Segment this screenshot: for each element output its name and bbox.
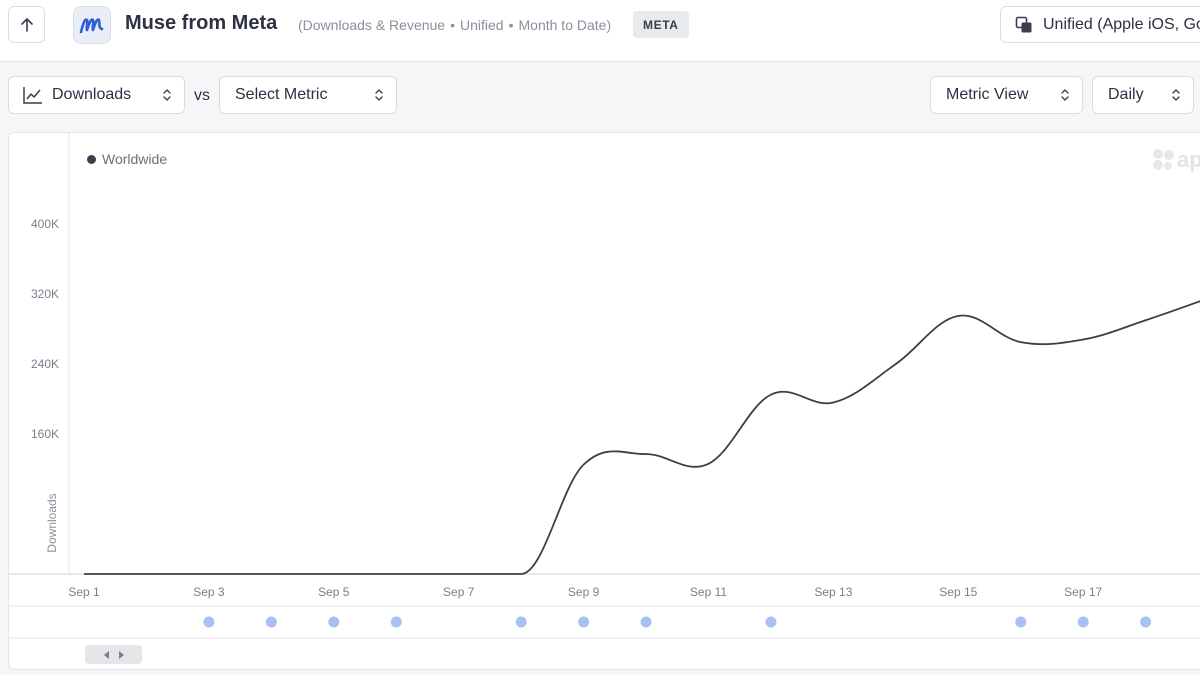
secondary-metric-select[interactable]: Select Metric — [219, 76, 397, 114]
event-marker[interactable] — [515, 616, 527, 628]
x-tick-label: Sep 9 — [568, 585, 600, 599]
platform-label: Unified (Apple iOS, Go — [1043, 15, 1200, 33]
header-bar: Muse from Meta (Downloads & Revenue • Unif… — [0, 0, 1200, 62]
x-tick-label: Sep 11 — [690, 585, 727, 599]
x-tick-label: Sep 7 — [443, 585, 475, 599]
x-tick-label: Sep 5 — [318, 585, 350, 599]
chart-legend[interactable]: Worldwide — [87, 151, 167, 167]
y-axis-title: Downloads — [45, 493, 59, 552]
downloads-line-chart[interactable]: 400K 320K 240K 160K Downloads Sep 1 Sep 3 Sep 5… — [9, 133, 1200, 670]
x-tick-label: Sep 3 — [193, 585, 225, 599]
x-tick-label: Sep 15 — [939, 585, 977, 599]
meta-period: Month to Date) — [518, 17, 612, 33]
watermark-logo: ap — [1151, 147, 1200, 173]
watermark-text: ap — [1177, 147, 1200, 172]
metric-view-label: Metric View — [946, 86, 1029, 103]
app-title: Muse from Meta — [125, 12, 278, 34]
meta-scope: Unified — [460, 17, 504, 33]
y-tick-label: 400K — [31, 217, 59, 231]
event-marker[interactable] — [265, 616, 277, 628]
chevron-updown-icon — [1061, 89, 1069, 101]
y-tick-label: 240K — [31, 357, 59, 371]
platform-selector[interactable]: Unified (Apple iOS, Go — [1000, 6, 1200, 43]
event-marker[interactable] — [1140, 616, 1152, 628]
primary-metric-select[interactable]: Downloads — [8, 76, 185, 114]
legend-swatch — [87, 154, 96, 164]
event-marker[interactable] — [578, 616, 590, 628]
y-tick-label: 320K — [31, 287, 59, 301]
stacked-squares-icon — [1015, 16, 1032, 32]
arrow-up-icon — [20, 17, 33, 32]
event-marker[interactable] — [640, 616, 652, 628]
caret-left-icon — [103, 650, 109, 659]
event-marker[interactable] — [328, 616, 340, 628]
event-marker[interactable] — [390, 616, 402, 628]
x-tick-label: Sep 1 — [68, 585, 100, 599]
chevron-updown-icon — [375, 89, 383, 101]
event-marker[interactable] — [203, 616, 215, 628]
app-meta: (Downloads & Revenue • Unified • Month to Da… — [298, 17, 611, 33]
line-chart-icon — [23, 87, 42, 104]
x-tick-label: Sep 13 — [814, 585, 852, 599]
chart-panel: 400K 320K 240K 160K Downloads Sep 1 Sep 3 Sep 5… — [8, 132, 1200, 670]
meta-metric: (Downloads & Revenue — [298, 17, 446, 33]
caret-right-icon — [118, 650, 124, 659]
legend-label: Worldwide — [102, 151, 168, 167]
muse-app-icon — [73, 6, 111, 44]
metric-view-select[interactable]: Metric View — [930, 76, 1083, 114]
granularity-select[interactable]: Daily — [1092, 76, 1194, 114]
meta-separator: • — [508, 17, 514, 33]
publisher-badge[interactable]: META — [633, 11, 689, 38]
event-marker[interactable] — [1077, 616, 1089, 628]
primary-metric-label: Downloads — [52, 86, 132, 103]
chevron-updown-icon — [1172, 89, 1180, 101]
event-marker[interactable] — [1015, 616, 1027, 628]
y-tick-label: 160K — [31, 427, 59, 441]
series-line-worldwide[interactable] — [84, 298, 1200, 575]
event-marker[interactable] — [765, 616, 777, 628]
secondary-metric-label: Select Metric — [235, 86, 328, 103]
chevron-updown-icon — [163, 89, 171, 101]
chart-scroll-handle[interactable] — [85, 645, 142, 664]
granularity-label: Daily — [1108, 86, 1144, 103]
vs-label: vs — [194, 87, 210, 104]
watermark-icon — [1153, 149, 1174, 170]
meta-separator: • — [450, 17, 455, 33]
x-tick-label: Sep 17 — [1064, 585, 1102, 599]
back-button[interactable] — [8, 6, 45, 43]
